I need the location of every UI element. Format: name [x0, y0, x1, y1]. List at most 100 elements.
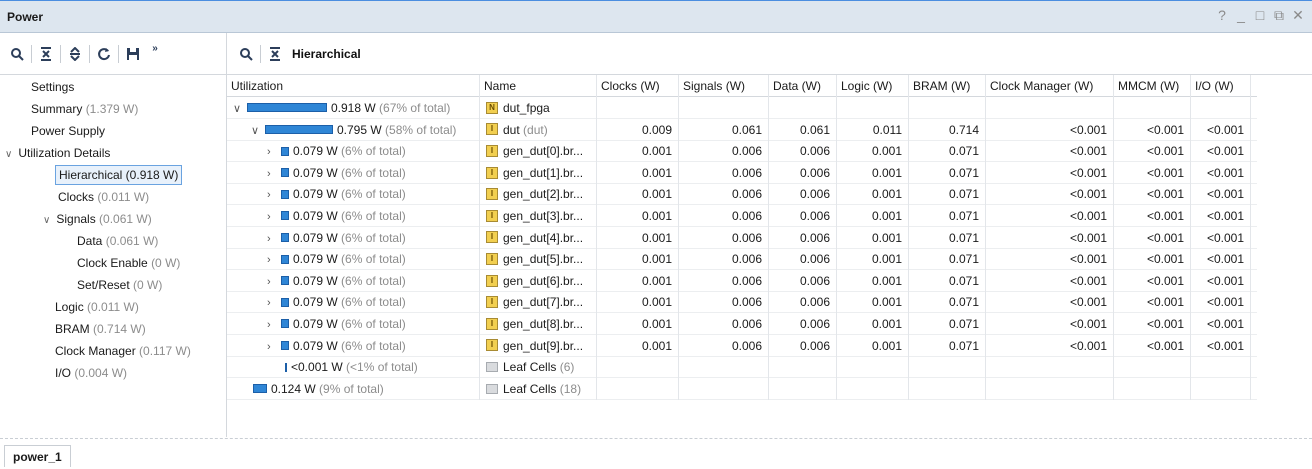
instance-name: gen_dut[4].br... [503, 230, 584, 245]
search-icon[interactable] [6, 43, 28, 65]
name-cell: Igen_dut[3].br... [480, 205, 597, 227]
chevron-right-icon[interactable]: › [267, 184, 281, 205]
table-row[interactable]: 0.124 W (9% of total) Leaf Cells (18) [227, 377, 1257, 400]
power-value-cell: 0.001 [837, 226, 909, 249]
power-value-cell [769, 377, 837, 400]
power-value-cell: 0.071 [909, 161, 986, 184]
nav-value: (0 W) [151, 256, 181, 270]
column-header-signals[interactable]: Signals (W) [679, 75, 769, 97]
chevron-right-icon[interactable]: › [267, 163, 281, 184]
power-value-cell: 0.006 [769, 183, 837, 206]
power-value-cell: 0.001 [597, 161, 679, 184]
refresh-icon[interactable] [93, 43, 115, 65]
nav-utilization-details[interactable]: ∨ Utilization Details [5, 144, 110, 164]
table-row[interactable]: › 0.079 W (6% of total) Igen_dut[2].br... 0… [227, 183, 1257, 206]
column-header-clocks[interactable]: Clocks (W) [597, 75, 679, 97]
table-row[interactable]: › 0.079 W (6% of total) Igen_dut[5].br... 0… [227, 248, 1257, 271]
chevron-down-icon[interactable]: ∨ [251, 120, 265, 141]
table-row[interactable]: ∨ 0.918 W (67% of total) Ndut_fpga [227, 97, 1257, 119]
column-header-io[interactable]: I/O (W) [1191, 75, 1251, 97]
power-value-cell [1191, 377, 1251, 400]
power-value-cell: 0.006 [769, 161, 837, 184]
power-value-cell [986, 97, 1114, 119]
column-header-utilization[interactable]: Utilization [227, 75, 480, 97]
column-header-logic[interactable]: Logic (W) [837, 75, 909, 97]
table-row[interactable]: › 0.079 W (6% of total) Igen_dut[8].br... 0… [227, 313, 1257, 335]
nav-label: BRAM [55, 322, 90, 336]
table-toolbar: Hierarchical [227, 33, 1312, 75]
search-icon[interactable] [235, 43, 257, 65]
chevron-right-icon[interactable]: › [267, 228, 281, 249]
nav-settings[interactable]: Settings [31, 78, 74, 98]
power-value-cell: 0.071 [909, 269, 986, 292]
chevron-right-icon[interactable]: › [267, 206, 281, 227]
instance-icon: I [486, 145, 498, 158]
power-value-cell: <0.001 [1114, 269, 1191, 292]
chevron-down-icon[interactable]: ∨ [5, 146, 15, 164]
help-icon[interactable]: ? [1216, 7, 1228, 24]
power-value-cell: <0.001 [1114, 248, 1191, 271]
table-row[interactable]: › 0.079 W (6% of total) Igen_dut[0].br... 0… [227, 140, 1257, 163]
table-row[interactable]: › 0.079 W (6% of total) Igen_dut[1].br... 0… [227, 161, 1257, 184]
chevron-right-icon[interactable]: › [267, 249, 281, 270]
chevron-right-icon[interactable]: › [267, 314, 281, 335]
power-value-cell: 0.006 [769, 269, 837, 292]
power-value-cell: <0.001 [986, 161, 1114, 184]
table-row[interactable]: › 0.079 W (6% of total) Igen_dut[4].br... 0… [227, 226, 1257, 249]
column-header-data[interactable]: Data (W) [769, 75, 837, 97]
utilization-cell: › 0.079 W (6% of total) [227, 140, 480, 163]
power-value-cell [909, 97, 986, 119]
maximize-icon[interactable]: □ [1254, 7, 1266, 24]
more-icon[interactable]: » [144, 43, 166, 65]
chevron-right-icon[interactable]: › [267, 271, 281, 292]
power-value-cell [1191, 97, 1251, 119]
table-row[interactable]: › 0.079 W (6% of total) Igen_dut[9].br... 0… [227, 334, 1257, 357]
name-cell: Igen_dut[9].br... [480, 334, 597, 357]
utilization-percent: (6% of total) [341, 273, 406, 288]
expand-all-icon[interactable] [64, 43, 86, 65]
collapse-all-icon[interactable] [35, 43, 57, 65]
nav-clock-enable[interactable]: Clock Enable (0 W) [77, 254, 180, 274]
tab-power-1[interactable]: power_1 [4, 445, 71, 467]
power-value-cell: <0.001 [986, 269, 1114, 292]
column-header-clock-manager[interactable]: Clock Manager (W) [986, 75, 1114, 97]
power-value-cell [837, 97, 909, 119]
nav-bram[interactable]: BRAM (0.714 W) [55, 320, 146, 340]
power-value-cell: 0.001 [597, 269, 679, 292]
column-header-bram[interactable]: BRAM (W) [909, 75, 986, 97]
table-row[interactable]: <0.001 W (<1% of total) Leaf Cells (6) [227, 356, 1257, 379]
chevron-right-icon[interactable]: › [267, 141, 281, 162]
nav-set-reset[interactable]: Set/Reset (0 W) [77, 276, 162, 296]
nav-signals[interactable]: ∨ Signals (0.061 W) [43, 210, 152, 230]
nav-hierarchical[interactable]: Hierarchical (0.918 W) [55, 165, 183, 185]
chevron-right-icon[interactable]: › [267, 292, 281, 313]
nav-power-supply[interactable]: Power Supply [31, 122, 105, 142]
close-icon[interactable]: ✕ [1292, 7, 1304, 24]
utilization-value: 0.795 W [337, 122, 382, 137]
nav-logic[interactable]: Logic (0.011 W) [55, 298, 139, 318]
chevron-right-icon[interactable]: › [267, 336, 281, 357]
nav-clocks[interactable]: Clocks (0.011 W) [58, 188, 149, 208]
column-header-mmcm[interactable]: MMCM (W) [1114, 75, 1191, 97]
chevron-down-icon[interactable]: ∨ [43, 212, 53, 230]
column-header-name[interactable]: Name [480, 75, 597, 97]
instance-icon: I [486, 166, 498, 179]
collapse-all-icon[interactable] [264, 43, 286, 65]
name-cell: Leaf Cells (18) [480, 377, 597, 400]
table-row[interactable]: › 0.079 W (6% of total) Igen_dut[7].br... 0… [227, 291, 1257, 314]
table-header: Utilization Name Clocks (W) Signals (W) Data… [227, 75, 1257, 97]
table-row[interactable]: › 0.079 W (6% of total) Igen_dut[6].br... 0… [227, 269, 1257, 292]
chevron-down-icon[interactable]: ∨ [233, 98, 247, 119]
nav-data[interactable]: Data (0.061 W) [77, 232, 158, 252]
float-icon[interactable]: ⧉ [1273, 7, 1285, 24]
nav-clock-manager[interactable]: Clock Manager (0.117 W) [55, 342, 191, 362]
table-row[interactable]: › 0.079 W (6% of total) Igen_dut[3].br... 0… [227, 205, 1257, 227]
nav-summary[interactable]: Summary (1.379 W) [31, 100, 138, 120]
minimize-icon[interactable]: _ [1235, 7, 1247, 24]
save-icon[interactable] [122, 43, 144, 65]
instance-name: gen_dut[1].br... [503, 165, 584, 180]
power-value-cell: <0.001 [1114, 291, 1191, 314]
table-row[interactable]: ∨ 0.795 W (58% of total) Idut (dut) 0.009 0.… [227, 118, 1257, 141]
nav-io[interactable]: I/O (0.004 W) [55, 364, 127, 384]
utilization-value: 0.079 W [293, 209, 338, 223]
